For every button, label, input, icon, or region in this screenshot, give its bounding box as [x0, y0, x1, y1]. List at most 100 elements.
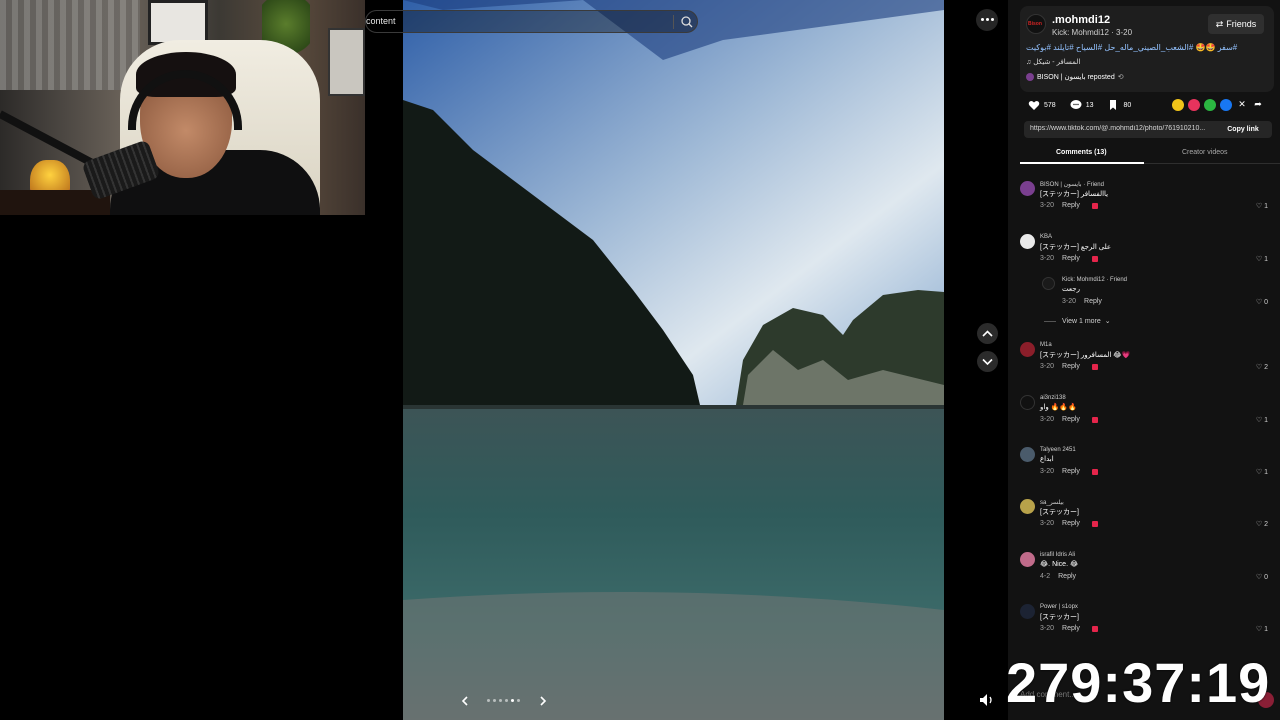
- previous-video-button[interactable]: [977, 323, 998, 344]
- comment-date: 3-20: [1040, 625, 1055, 632]
- heart-outline-icon: ♡: [1255, 521, 1263, 528]
- post-hashtags[interactable]: #سفر 🤩🤩 #الشعب_الصيني_ماله_حل #السياح #ت…: [1026, 43, 1268, 52]
- reaction-icon[interactable]: [1091, 202, 1098, 209]
- comment-date: 3-20: [1040, 363, 1055, 370]
- bookmark-icon: [1110, 100, 1117, 110]
- comment-like-button[interactable]: ♡ 2: [1255, 520, 1268, 529]
- next-video-button[interactable]: [977, 351, 998, 372]
- reply-button[interactable]: Reply: [1062, 520, 1080, 527]
- commenter-avatar[interactable]: [1020, 181, 1035, 196]
- reply-button[interactable]: Reply: [1062, 468, 1080, 475]
- reply-button[interactable]: Reply: [1058, 573, 1076, 580]
- comment-like-button[interactable]: ♡ 1: [1256, 468, 1268, 477]
- facebook-icon[interactable]: [1220, 99, 1232, 111]
- commenter-name[interactable]: KBA: [1040, 234, 1052, 240]
- whatsapp-icon[interactable]: [1204, 99, 1216, 111]
- share-icon[interactable]: [1172, 99, 1184, 111]
- reply-button[interactable]: Reply: [1084, 298, 1102, 305]
- post-info-card: Bison .mohmdi12 Kick: Mohmdi12 · 3-20 ⇄ …: [1020, 6, 1274, 92]
- commenter-avatar[interactable]: [1042, 277, 1055, 290]
- reaction-icon[interactable]: [1091, 416, 1098, 423]
- forward-icon[interactable]: ➦: [1252, 99, 1264, 111]
- commenter-name[interactable]: sa_بيلسر: [1040, 499, 1064, 506]
- pagination-dot[interactable]: [517, 699, 520, 702]
- search-input[interactable]: content: [366, 16, 396, 26]
- reaction-icon[interactable]: [1091, 255, 1098, 262]
- heart-icon: [1028, 101, 1040, 110]
- reaction-icon[interactable]: [1091, 520, 1098, 527]
- reaction-icon[interactable]: [1091, 363, 1098, 370]
- post-photo[interactable]: [403, 0, 944, 720]
- commenter-name[interactable]: Power | s1opx: [1040, 604, 1078, 610]
- commenter-name[interactable]: ai3nzi138: [1040, 395, 1066, 401]
- volume-icon[interactable]: [978, 692, 996, 708]
- reply-button[interactable]: Reply: [1062, 363, 1080, 370]
- comment-date: 3-20: [1040, 416, 1055, 423]
- reply-button[interactable]: Reply: [1062, 416, 1080, 423]
- reply-button[interactable]: Reply: [1062, 202, 1080, 209]
- comment-like-button[interactable]: ♡ 1: [1256, 625, 1268, 634]
- pagination-dot[interactable]: [511, 699, 514, 702]
- share-link-url[interactable]: https://www.tiktok.com/@.mohmdi12/photo/…: [1030, 125, 1212, 132]
- author-avatar[interactable]: Bison: [1026, 14, 1046, 34]
- reply-button[interactable]: Reply: [1062, 625, 1080, 632]
- commenter-avatar[interactable]: [1020, 395, 1035, 410]
- commenter-avatar[interactable]: [1020, 342, 1035, 357]
- comment-like-button[interactable]: ♡ 0: [1256, 298, 1268, 307]
- view-more-replies[interactable]: View 1 more ⌄: [1044, 317, 1111, 326]
- reaction-icon[interactable]: [1091, 468, 1098, 475]
- reposted-label: BISON | بايسون reposted ⟲: [1026, 73, 1124, 81]
- commenter-name[interactable]: Talyeen 2451: [1040, 447, 1076, 453]
- comment-like-button[interactable]: ♡ 2: [1255, 363, 1268, 372]
- commenter-avatar[interactable]: [1020, 499, 1035, 514]
- comment-icon: [1070, 100, 1082, 109]
- author-subtitle: Kick: Mohmdi12 · 3-20: [1052, 28, 1133, 37]
- comment-button[interactable]: 13: [1070, 99, 1093, 111]
- commenter-avatar[interactable]: [1020, 234, 1035, 249]
- commenter-avatar[interactable]: [1020, 447, 1035, 462]
- next-photo-icon[interactable]: [536, 694, 550, 708]
- swap-icon: ⇄: [1215, 18, 1224, 29]
- commenter-name[interactable]: BISON | بايسون · Friend: [1040, 181, 1104, 188]
- previous-photo-icon[interactable]: [458, 694, 472, 708]
- tab-comments[interactable]: Comments (13): [1056, 149, 1107, 156]
- author-handle[interactable]: .mohmdi12: [1052, 14, 1110, 26]
- save-button[interactable]: 80: [1107, 99, 1131, 111]
- comment-like-button[interactable]: ♡ 1: [1256, 202, 1268, 211]
- tab-creator-videos[interactable]: Creator videos: [1182, 149, 1228, 156]
- like-button[interactable]: 578: [1028, 99, 1056, 111]
- photo-pagination: [487, 699, 520, 702]
- friends-button[interactable]: ⇄ Friends: [1208, 14, 1264, 34]
- pagination-dot[interactable]: [505, 699, 508, 702]
- repost-icon: ⟲: [1117, 74, 1124, 81]
- search-bar[interactable]: content: [365, 10, 698, 33]
- comment-like-button[interactable]: ♡ 0: [1256, 573, 1268, 582]
- comment-text: ابداع: [1040, 456, 1054, 463]
- music-label[interactable]: ♫ المسافر - شيكل: [1026, 58, 1080, 66]
- x-icon[interactable]: ✕: [1236, 99, 1248, 111]
- comment-like-button[interactable]: ♡ 1: [1256, 416, 1268, 425]
- comment-date: 3-20: [1062, 298, 1077, 305]
- commenter-name[interactable]: M1a: [1040, 342, 1052, 348]
- send-icon[interactable]: [1188, 99, 1200, 111]
- more-options-button[interactable]: [976, 9, 998, 31]
- search-icon[interactable]: [680, 15, 694, 29]
- pagination-dot[interactable]: [487, 699, 490, 702]
- chevron-down-icon: [982, 358, 993, 366]
- pagination-dot[interactable]: [493, 699, 496, 702]
- comment-date: 3-20: [1040, 255, 1055, 262]
- stream-timer: 279:37:19: [1006, 651, 1271, 714]
- commenter-name[interactable]: Kick: Mohmdi12 · Friend: [1062, 277, 1127, 283]
- heart-outline-icon: ♡: [1255, 364, 1263, 371]
- share-link-bar: https://www.tiktok.com/@.mohmdi12/photo/…: [1024, 121, 1272, 138]
- pagination-dot[interactable]: [499, 699, 502, 702]
- copy-link-button[interactable]: Copy link: [1216, 122, 1270, 137]
- reposter-avatar: [1026, 73, 1034, 81]
- reaction-icon[interactable]: [1091, 625, 1098, 632]
- commenter-avatar[interactable]: [1020, 552, 1035, 567]
- reply-button[interactable]: Reply: [1062, 255, 1080, 262]
- commenter-name[interactable]: israfil Idris Ali: [1040, 552, 1075, 558]
- comment-text: واو 🔥🔥🔥: [1040, 404, 1077, 411]
- comment-like-button[interactable]: ♡ 1: [1256, 255, 1268, 264]
- commenter-avatar[interactable]: [1020, 604, 1035, 619]
